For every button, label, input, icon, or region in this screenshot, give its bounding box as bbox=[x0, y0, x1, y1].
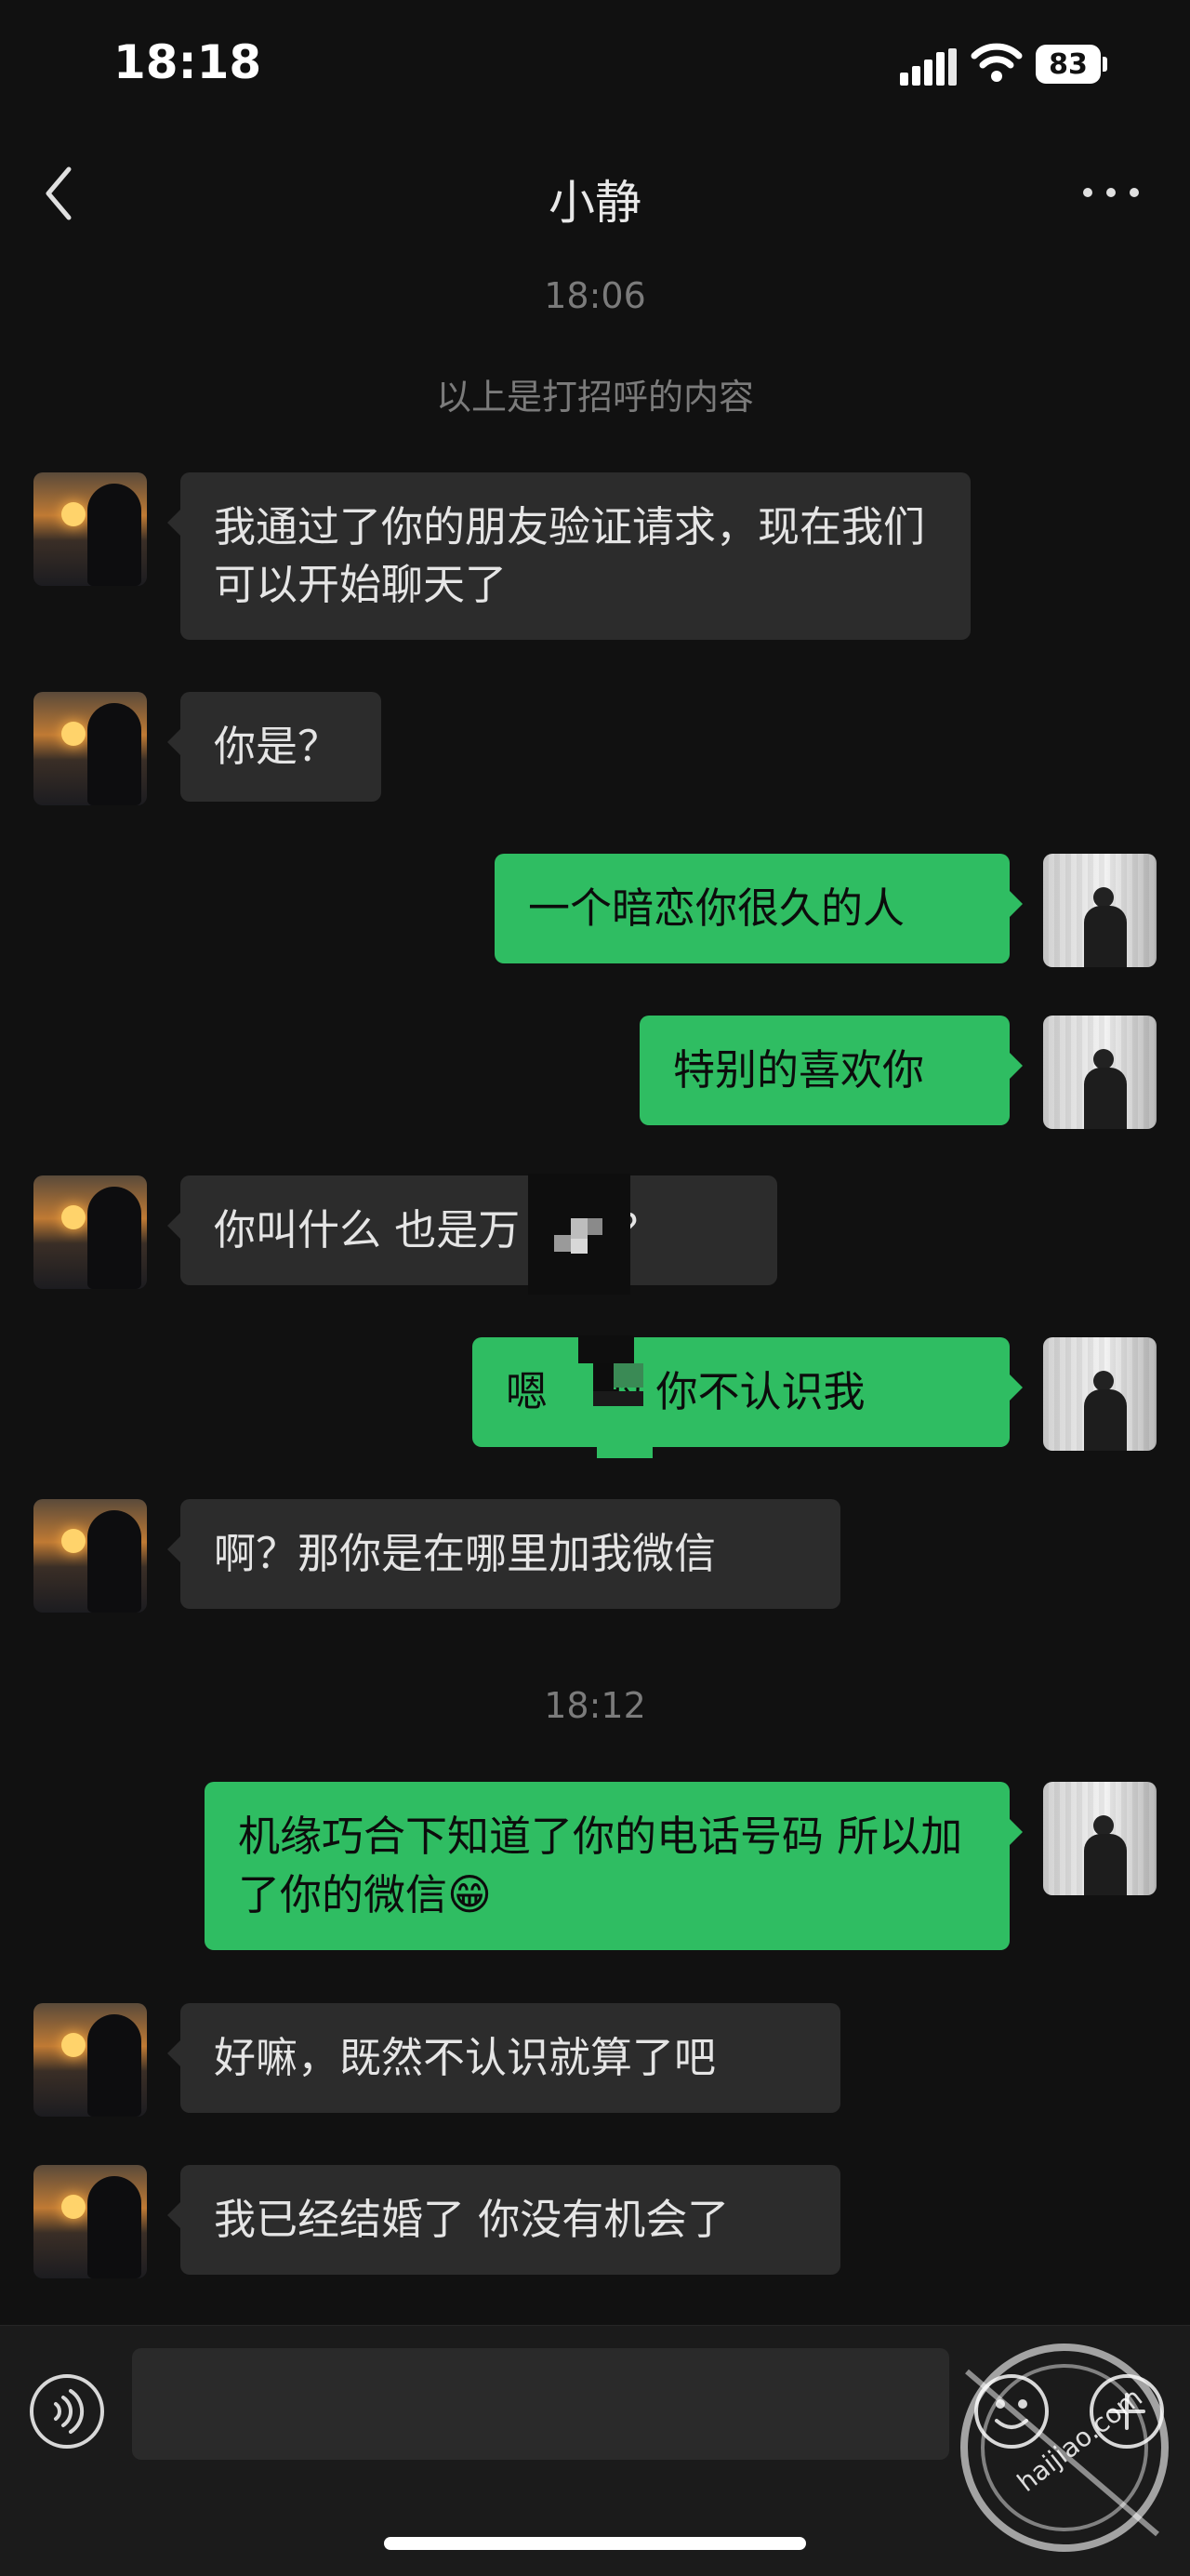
message-text: 机缘巧合下知道了你的电话号码 所以加了你的微信 bbox=[238, 1812, 963, 1919]
message-bubble-incoming[interactable]: 啊？那你是在哪里加我微信 bbox=[167, 1499, 840, 1609]
message-text: 我已经结婚了 你没有机会了 bbox=[214, 2195, 730, 2244]
status-bar: 18:18 83 bbox=[0, 0, 1190, 130]
voice-icon[interactable] bbox=[28, 2372, 106, 2450]
user-avatar[interactable] bbox=[1043, 854, 1157, 967]
battery-icon: 83 bbox=[1036, 45, 1108, 84]
message-bubble-incoming[interactable]: 我已经结婚了 你没有机会了 bbox=[167, 2165, 840, 2275]
message-text: 我通过了你的朋友验证请求，现在我们可以开始聊天了 bbox=[214, 502, 926, 609]
contact-avatar[interactable] bbox=[33, 2165, 147, 2278]
more-icon[interactable] bbox=[1078, 179, 1144, 206]
home-indicator bbox=[384, 2537, 806, 2550]
user-avatar[interactable] bbox=[1043, 1337, 1157, 1451]
battery-level: 83 bbox=[1049, 48, 1088, 81]
message-bubble-incoming[interactable]: 好嘛，既然不认识就算了吧 bbox=[167, 2003, 840, 2113]
user-avatar[interactable] bbox=[1043, 1016, 1157, 1129]
message-timestamp: 18:12 bbox=[544, 1685, 646, 1726]
system-notice: 以上是打招呼的内容 bbox=[435, 377, 754, 418]
message-text: 一个暗恋你很久的人 bbox=[528, 883, 906, 933]
contact-avatar[interactable] bbox=[33, 472, 147, 586]
wifi-icon bbox=[971, 43, 1023, 82]
message-timestamp: 18:06 bbox=[544, 275, 646, 316]
contact-avatar[interactable] bbox=[33, 1175, 147, 1289]
message-text: 你是？ bbox=[214, 722, 340, 771]
message-text: 啊？那你是在哪里加我微信 bbox=[214, 1529, 717, 1578]
message-bubble-incoming[interactable]: 你叫什么 也是万 的迈？ bbox=[167, 1175, 777, 1285]
chat-header: 小静 bbox=[0, 139, 1190, 251]
censor-mosaic bbox=[528, 1174, 630, 1295]
message-text: 特别的喜欢你 bbox=[673, 1045, 925, 1095]
status-time: 18:18 bbox=[113, 35, 262, 89]
message-bubble-incoming[interactable]: 你是？ bbox=[167, 692, 381, 802]
message-bubble-outgoing[interactable]: 一个暗恋你很久的人 bbox=[495, 854, 1023, 963]
grin-emoji: 😁 bbox=[447, 1869, 492, 1919]
contact-avatar[interactable] bbox=[33, 2003, 147, 2117]
contact-avatar[interactable] bbox=[33, 1499, 147, 1613]
cellular-signal-icon bbox=[900, 48, 957, 86]
contact-avatar[interactable] bbox=[33, 692, 147, 805]
user-avatar[interactable] bbox=[1043, 1782, 1157, 1895]
message-text: 好嘛，既然不认识就算了吧 bbox=[214, 2033, 717, 2082]
chat-title: 小静 bbox=[549, 176, 641, 230]
message-input[interactable] bbox=[132, 2348, 949, 2460]
censor-mosaic bbox=[541, 1335, 690, 1462]
message-bubble-incoming[interactable]: 我通过了你的朋友验证请求，现在我们可以开始聊天了 bbox=[167, 472, 971, 640]
message-bubble-outgoing[interactable]: 特别的喜欢你 bbox=[640, 1016, 1023, 1125]
message-bubble-outgoing[interactable]: 机缘巧合下知道了你的电话号码 所以加了你的微信😁 bbox=[205, 1782, 1023, 1950]
